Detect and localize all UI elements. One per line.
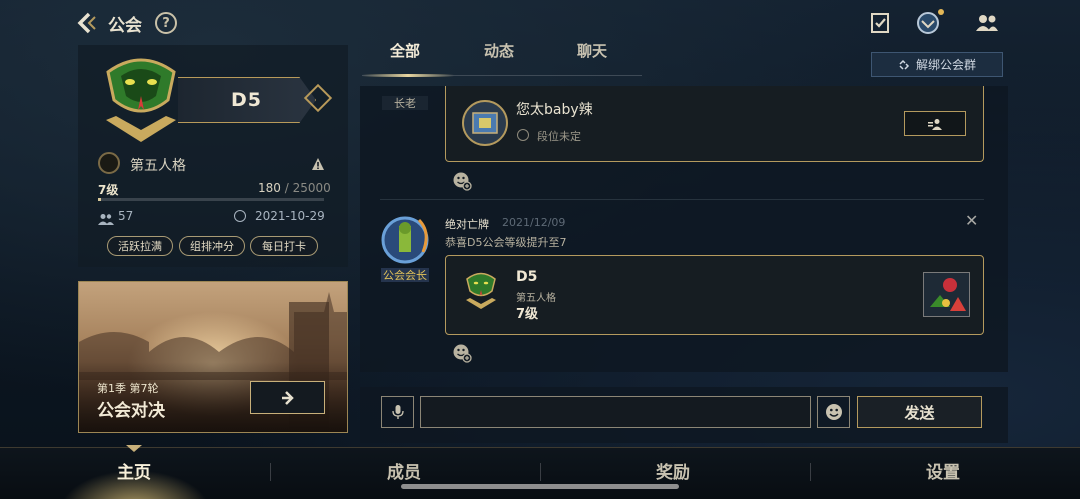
tasks-icon[interactable]	[867, 10, 893, 36]
poster-name: 绝对亡牌	[445, 218, 489, 231]
guild-emblem-small	[462, 270, 500, 310]
card-guild-level: 7级	[516, 307, 539, 322]
page-title: 公会	[108, 16, 142, 36]
user-name: 您太baby辣	[516, 102, 593, 118]
guild-emblem	[96, 52, 186, 144]
nav-home[interactable]: 主页	[117, 458, 151, 483]
tab-all[interactable]: 全部	[390, 40, 420, 61]
nav-members[interactable]: 成员	[387, 458, 421, 483]
role-badge-elder: 长老	[382, 96, 428, 110]
battle-title: 公会对决	[97, 401, 165, 421]
game-name: 第五人格	[130, 158, 186, 174]
nav-active-indicator	[126, 445, 142, 452]
guild-tag: 每日打卡	[250, 236, 318, 256]
warning-icon[interactable]	[311, 156, 325, 170]
help-icon[interactable]: ?	[155, 12, 177, 34]
unbind-label: 解绑公会群	[915, 58, 976, 72]
xp-max: 25000	[292, 181, 331, 195]
unlink-icon	[899, 59, 910, 70]
post-date: 2021/12/09	[502, 216, 566, 229]
leader-avatar[interactable]	[379, 212, 431, 268]
guild-tag: 组排冲分	[179, 236, 245, 256]
tab-chat[interactable]: 聊天	[577, 40, 607, 61]
unbind-group-button[interactable]: 解绑公会群	[871, 52, 1003, 77]
back-arrow-icon	[77, 12, 96, 34]
guild-xp: 180 / 25000	[258, 181, 331, 195]
add-friend-icon	[928, 118, 942, 130]
add-reaction-icon[interactable]	[452, 171, 472, 191]
nav-rewards[interactable]: 奖励	[656, 458, 690, 483]
back-button[interactable]	[74, 10, 98, 36]
members-group-icon[interactable]	[974, 10, 1000, 36]
send-button[interactable]: 发送	[857, 396, 982, 428]
system-home-indicator[interactable]	[401, 484, 679, 489]
notification-dot	[938, 9, 944, 15]
guild-emblem-icon[interactable]	[915, 9, 944, 36]
voice-button[interactable]	[381, 396, 414, 428]
xp-progress-fill	[98, 198, 102, 201]
game-logo-icon	[98, 152, 120, 174]
battle-season: 第1季 第7轮	[97, 382, 159, 395]
emoji-icon	[825, 404, 842, 420]
guild-level: 7级	[98, 183, 119, 197]
rank-icon	[517, 129, 529, 141]
guild-tag: 活跃拉满	[107, 236, 173, 256]
card-game-name: 第五人格	[516, 293, 556, 304]
tab-active-indicator	[362, 74, 454, 77]
user-avatar[interactable]	[462, 100, 508, 146]
xp-progress-bar	[98, 198, 324, 201]
feed-divider	[380, 199, 984, 200]
microphone-icon	[391, 405, 404, 419]
guild-created-date: 2021-10-29	[255, 209, 325, 223]
emoji-button[interactable]	[817, 396, 850, 428]
nav-settings[interactable]: 设置	[926, 458, 960, 483]
nav-separator	[270, 463, 271, 481]
tab-activity[interactable]: 动态	[484, 40, 514, 61]
close-icon[interactable]: ✕	[965, 211, 978, 230]
post-thumbnail[interactable]	[923, 272, 970, 317]
xp-separator: /	[280, 181, 293, 195]
role-badge-leader: 公会会长	[381, 268, 429, 282]
user-rank: 段位未定	[537, 130, 581, 143]
add-reaction-icon[interactable]	[452, 343, 472, 363]
nav-separator	[540, 463, 541, 481]
card-guild-name: D5	[516, 269, 538, 285]
post-text: 恭喜D5公会等级提升至7	[445, 236, 567, 249]
chat-input[interactable]	[420, 396, 811, 428]
guild-name-plate: D5	[178, 77, 316, 123]
member-count: 57	[118, 209, 134, 223]
arrow-right-icon	[281, 390, 294, 405]
member-count-icon	[98, 210, 114, 225]
xp-current: 180	[258, 181, 281, 195]
clock-icon	[234, 210, 246, 222]
add-friend-button[interactable]	[904, 111, 966, 136]
nav-separator	[810, 463, 811, 481]
enter-battle-button[interactable]	[250, 381, 325, 414]
